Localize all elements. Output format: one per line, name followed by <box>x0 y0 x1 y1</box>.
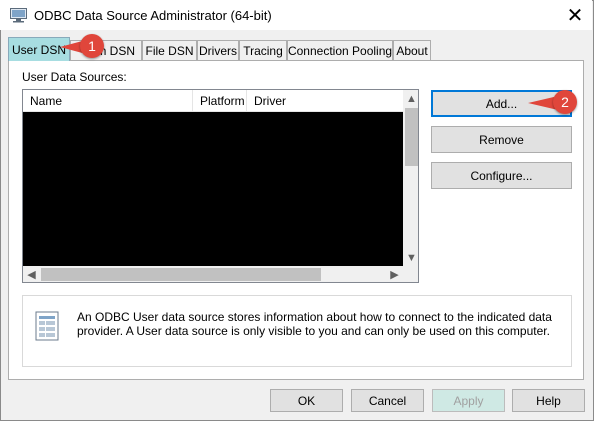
scrollbar-corner <box>403 266 418 282</box>
configure-button[interactable]: Configure... <box>431 162 572 189</box>
tab-label: Tracing <box>243 43 283 58</box>
tab-label: About <box>396 43 428 58</box>
tab-file-dsn[interactable]: File DSN <box>142 40 197 60</box>
tab-label: Drivers <box>199 43 237 58</box>
close-icon: ✕ <box>566 4 584 27</box>
column-header-platform[interactable]: Platform <box>193 90 247 112</box>
cancel-button[interactable]: Cancel <box>351 389 424 412</box>
tab-connection-pooling[interactable]: Connection Pooling <box>287 40 393 60</box>
close-button[interactable]: ✕ <box>558 0 592 30</box>
ok-button[interactable]: OK <box>270 389 343 412</box>
user-data-sources-list[interactable]: Name Platform Driver ▲ ▼ ◀ ▶ <box>22 89 419 283</box>
info-description-text: An ODBC User data source stores informat… <box>77 310 552 338</box>
tab-drivers[interactable]: Drivers <box>197 40 239 60</box>
tab-about[interactable]: About <box>393 40 431 60</box>
column-header-name[interactable]: Name <box>23 90 193 112</box>
vertical-scrollbar[interactable]: ▲ ▼ <box>403 90 418 266</box>
callout-badge-2: 2 <box>553 90 577 114</box>
odbc-app-icon <box>10 8 27 23</box>
scroll-down-icon[interactable]: ▼ <box>403 249 418 266</box>
tab-label: File DSN <box>145 43 194 58</box>
data-source-icon <box>35 311 59 341</box>
callout-badge-1: 1 <box>80 34 104 58</box>
info-description-box: An ODBC User data source stores informat… <box>22 295 572 367</box>
horizontal-scrollbar[interactable]: ◀ ▶ <box>23 266 403 282</box>
window-title: ODBC Data Source Administrator (64-bit) <box>34 8 272 23</box>
user-data-sources-label: User Data Sources: <box>22 70 127 84</box>
tab-label: Connection Pooling <box>287 43 393 58</box>
title-bar[interactable]: ODBC Data Source Administrator (64-bit) … <box>0 0 592 30</box>
list-header: Name Platform Driver <box>23 90 403 112</box>
tab-label: User DSN <box>11 42 66 57</box>
help-button[interactable]: Help <box>512 389 585 412</box>
redacted-list-content[interactable] <box>23 112 403 266</box>
apply-button[interactable]: Apply <box>432 389 505 412</box>
remove-button[interactable]: Remove <box>431 126 572 153</box>
scroll-right-icon[interactable]: ▶ <box>386 266 403 282</box>
horizontal-scroll-thumb[interactable] <box>41 268 321 281</box>
tab-tracing[interactable]: Tracing <box>239 40 287 60</box>
column-header-driver[interactable]: Driver <box>247 90 403 112</box>
vertical-scroll-thumb[interactable] <box>405 108 418 166</box>
scroll-up-icon[interactable]: ▲ <box>403 90 418 107</box>
scroll-left-icon[interactable]: ◀ <box>23 266 40 282</box>
